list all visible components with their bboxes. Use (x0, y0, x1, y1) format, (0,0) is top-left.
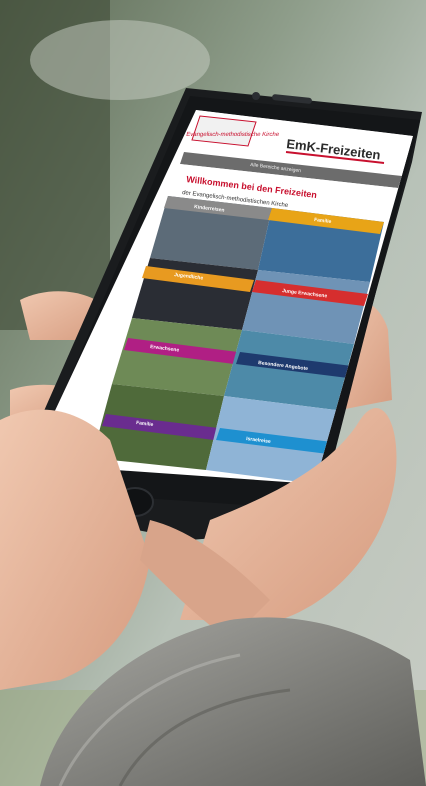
church-logo (191, 115, 257, 147)
front-camera (252, 92, 260, 100)
photo-scene: Evangelisch-methodistische Kirche EmK-Fr… (0, 0, 426, 786)
bg-light-patch (30, 20, 210, 100)
logo-text: Evangelisch-methodistische Kirche (186, 132, 281, 138)
photo-svg: Evangelisch-methodistische Kirche EmK-Fr… (0, 0, 426, 786)
